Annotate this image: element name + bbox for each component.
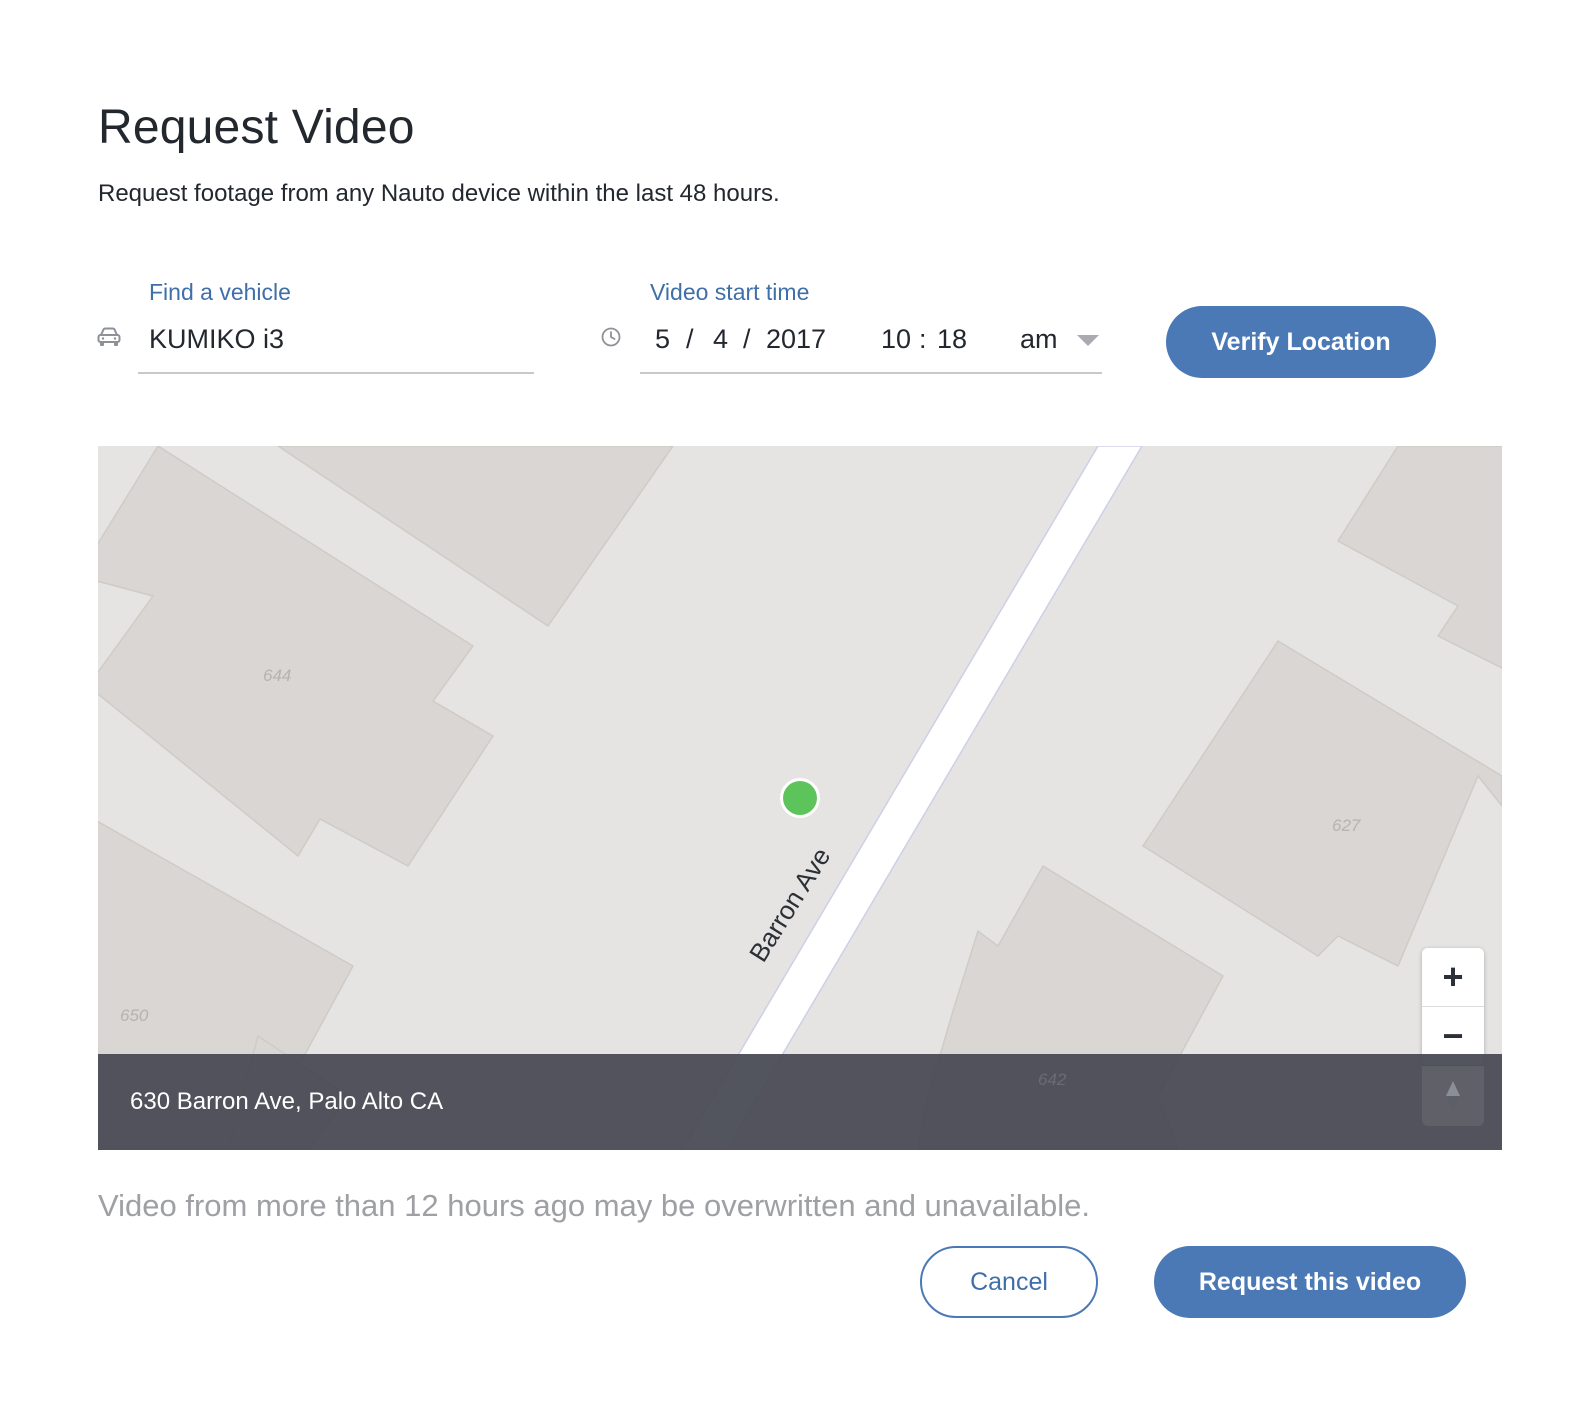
vehicle-input[interactable]: KUMIKO i3 (149, 324, 284, 355)
request-video-dialog: Request Video Request footage from any N… (0, 0, 1596, 1412)
time-separator: : (919, 324, 927, 354)
time-field-label: Video start time (650, 279, 810, 305)
lot-number-label: 650 (120, 1006, 149, 1025)
time-input-underline (640, 372, 1102, 374)
date-separator: / (743, 324, 751, 354)
overwrite-warning: Video from more than 12 hours ago may be… (98, 1188, 1091, 1223)
car-icon (97, 327, 121, 346)
hour-input[interactable]: 10 (881, 324, 911, 355)
map-tiles (98, 446, 1502, 1150)
vehicle-input-underline (138, 372, 534, 374)
dialog-subtitle: Request footage from any Nauto device wi… (98, 180, 780, 207)
month-input[interactable]: 5 (655, 324, 670, 355)
meridiem-select[interactable]: am (1020, 324, 1058, 355)
lot-number-label: 627 (1332, 816, 1361, 835)
vehicle-field-label: Find a vehicle (149, 279, 291, 305)
chevron-down-icon[interactable] (1076, 334, 1100, 348)
clock-icon (601, 327, 621, 347)
zoom-control: + − (1422, 948, 1484, 1065)
request-video-button[interactable]: Request this video (1154, 1246, 1466, 1318)
compass-button[interactable] (1422, 1066, 1484, 1126)
lot-number-label: 642 (1038, 1070, 1067, 1089)
day-input[interactable]: 4 (713, 324, 728, 355)
address-text: 630 Barron Ave, Palo Alto CA (130, 1088, 444, 1115)
cancel-button[interactable]: Cancel (920, 1246, 1098, 1318)
dialog-title: Request Video (98, 101, 415, 154)
year-input[interactable]: 2017 (766, 324, 826, 355)
zoom-in-button[interactable]: + (1422, 948, 1484, 1006)
address-bar: 630 Barron Ave, Palo Alto CA 642 (98, 1054, 1502, 1150)
verify-location-button[interactable]: Verify Location (1166, 306, 1436, 378)
lot-number-label: 644 (263, 666, 292, 685)
compass-icon (1446, 1081, 1460, 1111)
minute-input[interactable]: 18 (937, 324, 967, 355)
map-view[interactable]: Barron Ave 644 627 650 + − 630 Barron Av… (98, 446, 1502, 1150)
date-separator: / (686, 324, 694, 354)
